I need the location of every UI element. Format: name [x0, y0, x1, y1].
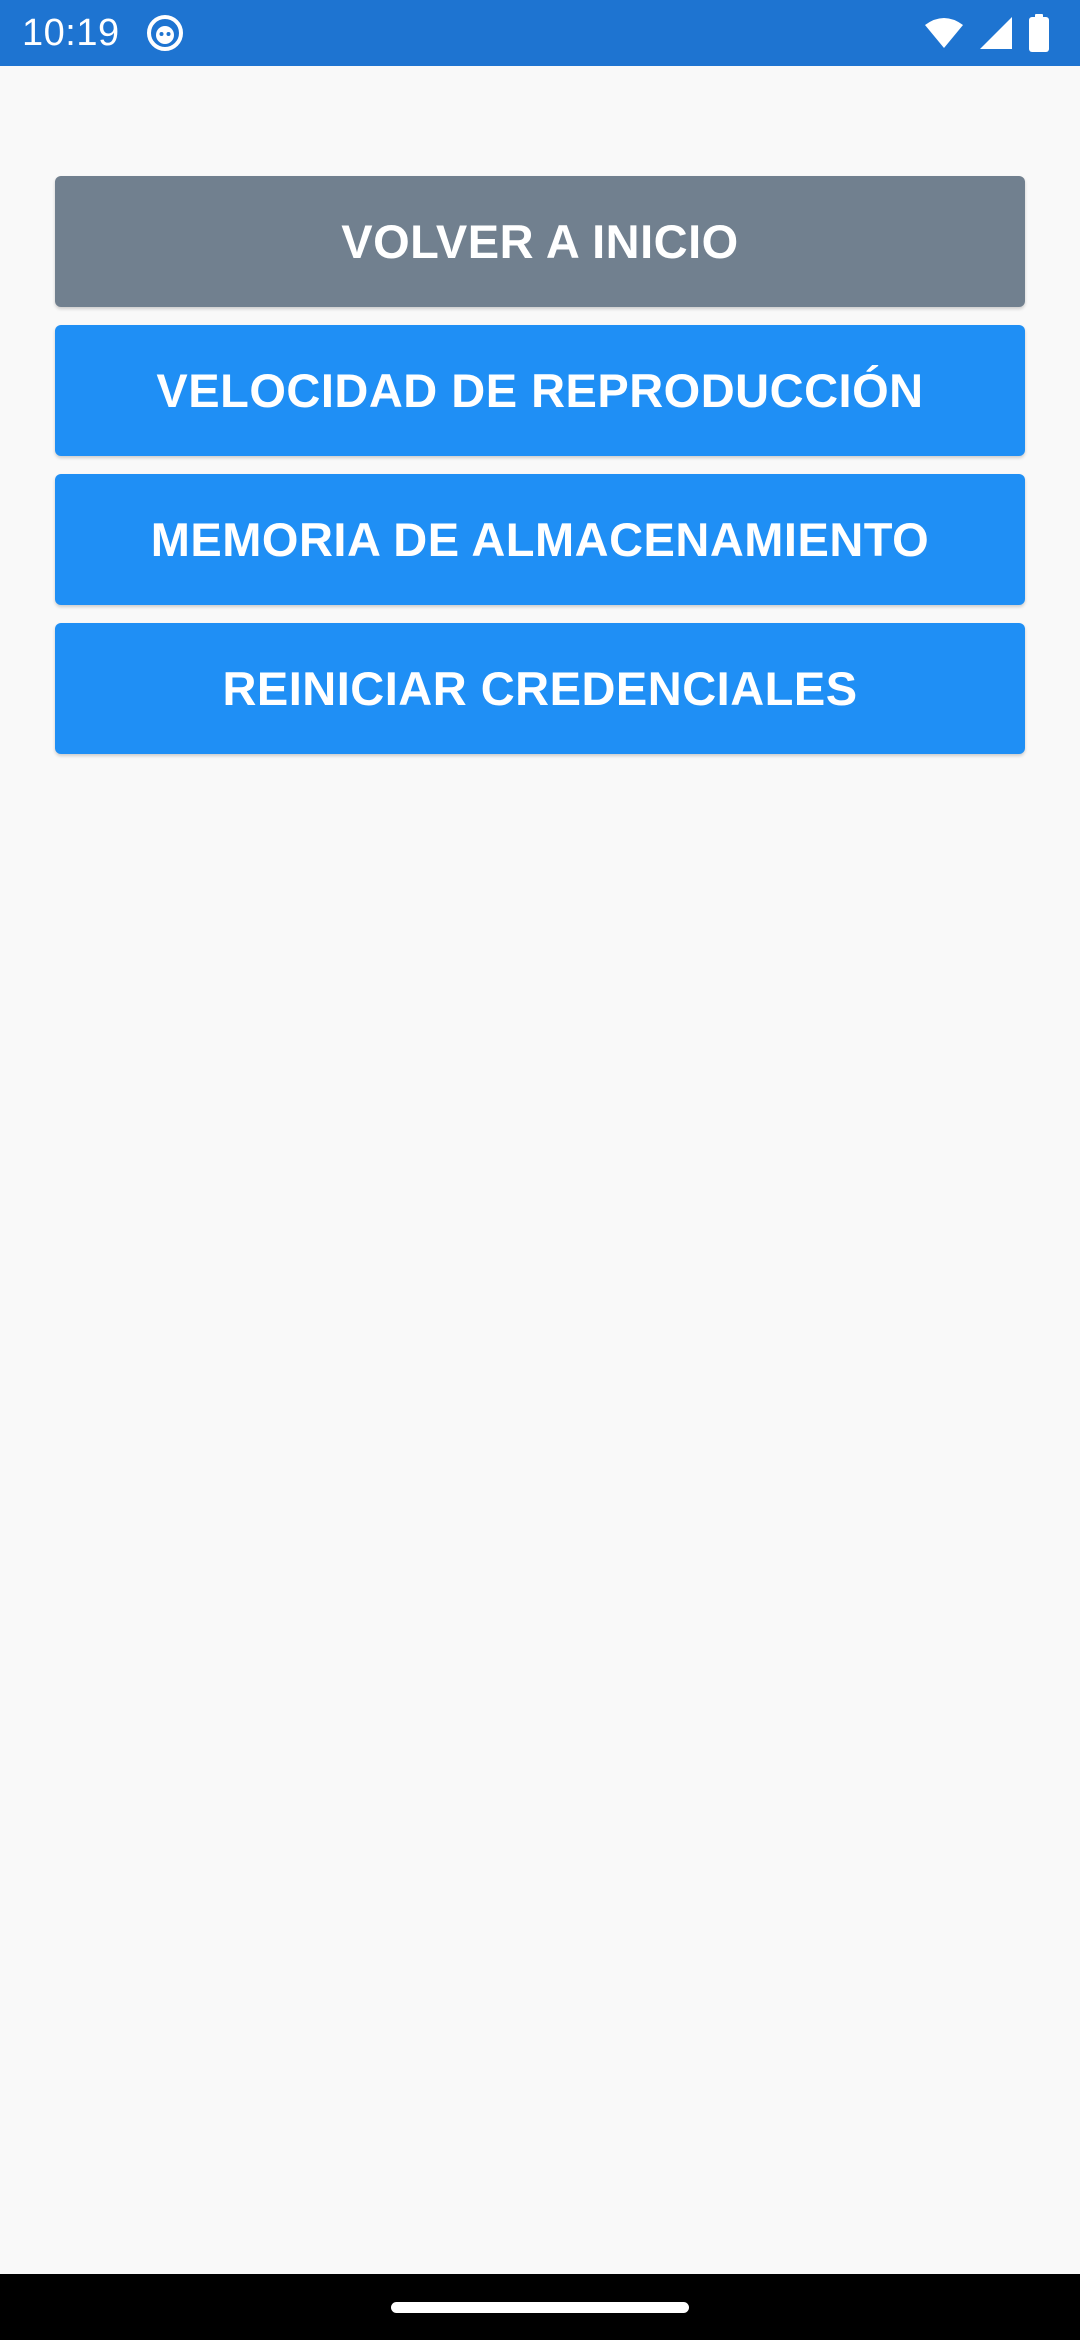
status-time: 10:19 — [22, 12, 120, 54]
home-gesture-handle[interactable] — [391, 2302, 689, 2313]
wifi-icon — [924, 17, 964, 49]
reiniciar-credenciales-button[interactable]: REINICIAR CREDENCIALES — [55, 623, 1025, 754]
status-bar: 10:19 — [0, 0, 1080, 66]
status-icons — [924, 12, 1050, 54]
signal-icon — [978, 16, 1014, 50]
menu-button-list: VOLVER A INICIO VELOCIDAD DE REPRODUCCIÓ… — [55, 176, 1025, 772]
navigation-bar — [0, 2274, 1080, 2340]
app-screen: 10:19 VOLVER A INICIO VELOCIDAD DE REPRO… — [0, 0, 1080, 2340]
battery-icon — [1028, 14, 1050, 52]
app-notification-icon — [146, 14, 184, 52]
memoria-de-almacenamiento-button[interactable]: MEMORIA DE ALMACENAMIENTO — [55, 474, 1025, 605]
volver-a-inicio-button[interactable]: VOLVER A INICIO — [55, 176, 1025, 307]
velocidad-de-reproduccion-button[interactable]: VELOCIDAD DE REPRODUCCIÓN — [55, 325, 1025, 456]
